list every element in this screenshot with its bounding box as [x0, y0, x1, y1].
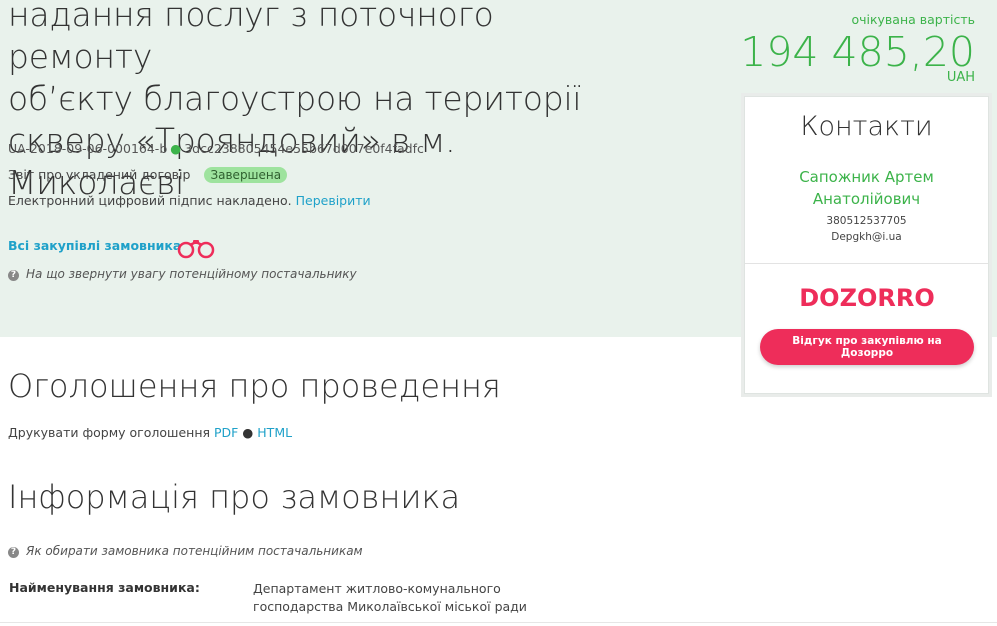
contact-name: Сапожник Артем Анатолійович	[799, 168, 934, 208]
binoculars-icon[interactable]	[177, 237, 215, 259]
divider	[0, 622, 997, 623]
contact-phone: 380512537705	[826, 215, 907, 227]
announcement-title: Оголошення про проведення	[8, 367, 501, 405]
dozorro-feedback-button[interactable]: Відгук про закупівлю на Дозорро	[760, 329, 974, 365]
tender-title-line: скверу «Трояндовий» в м. Миколаєві	[8, 121, 456, 202]
tender-id: UA-2018-09-06-000164-b	[8, 141, 168, 156]
green-dot-icon: ●	[170, 141, 182, 156]
tender-hash: 3dcc238805454e55b67d007e0f4fadfc	[184, 141, 424, 156]
customer-info-title: Інформація про замовника	[8, 478, 461, 516]
expected-value-amount: 194 485,20	[740, 28, 975, 76]
dozorro-logo: DOZORRO	[799, 284, 935, 312]
contacts-card: Контакти Сапожник Артем Анатолійович 380…	[744, 96, 989, 394]
print-pdf-link[interactable]: PDF	[214, 425, 238, 440]
supplier-hint[interactable]: ? На що звернути увагу потенційному поста…	[8, 267, 357, 281]
customer-name-value: Департамент житлово-комунального господа…	[253, 581, 527, 614]
tender-title-line: надання послуг з поточного ремонту	[8, 0, 494, 76]
expected-value-currency: UAH	[946, 70, 975, 85]
customer-hint-text: Як обирати замовника потенційним постача…	[26, 544, 363, 558]
contacts-title: Контакти	[800, 111, 933, 142]
question-icon: ?	[8, 270, 19, 281]
print-html-link[interactable]: HTML	[257, 425, 292, 440]
contract-report-line: Звіт про укладений договір Завершена	[8, 167, 288, 183]
question-icon: ?	[8, 547, 19, 558]
bullet-separator: ●	[242, 425, 254, 440]
customer-hint[interactable]: ? Як обирати замовника потенційним постач…	[8, 544, 363, 558]
status-badge: Завершена	[204, 167, 288, 183]
dozorro-logo-text: DOZORRO	[799, 284, 935, 312]
verify-signature-link[interactable]: Перевірити	[296, 193, 371, 208]
print-form-line: Друкувати форму оголошення PDF ● HTML	[8, 425, 292, 440]
expected-value-label: очікувана вартість	[851, 12, 975, 27]
tender-id-line: UA-2018-09-06-000164-b ● 3dcc238805454e55b…	[8, 141, 424, 156]
signature-line: Електронний цифровий підпис накладено. П…	[8, 193, 371, 208]
all-purchases-link[interactable]: Всі закупівлі замовника	[8, 238, 181, 253]
customer-name-label: Найменування замовника:	[9, 580, 200, 595]
print-form-label: Друкувати форму оголошення	[8, 425, 211, 440]
signature-text: Електронний цифровий підпис накладено.	[8, 193, 292, 208]
supplier-hint-text: На що звернути увагу потенційному постач…	[26, 267, 357, 281]
contract-report-label: Звіт про укладений договір	[8, 167, 191, 182]
tender-title-line: об’єкту благоустрою на території	[8, 79, 582, 118]
contact-email: Depgkh@i.ua	[831, 231, 902, 243]
divider	[745, 263, 988, 264]
